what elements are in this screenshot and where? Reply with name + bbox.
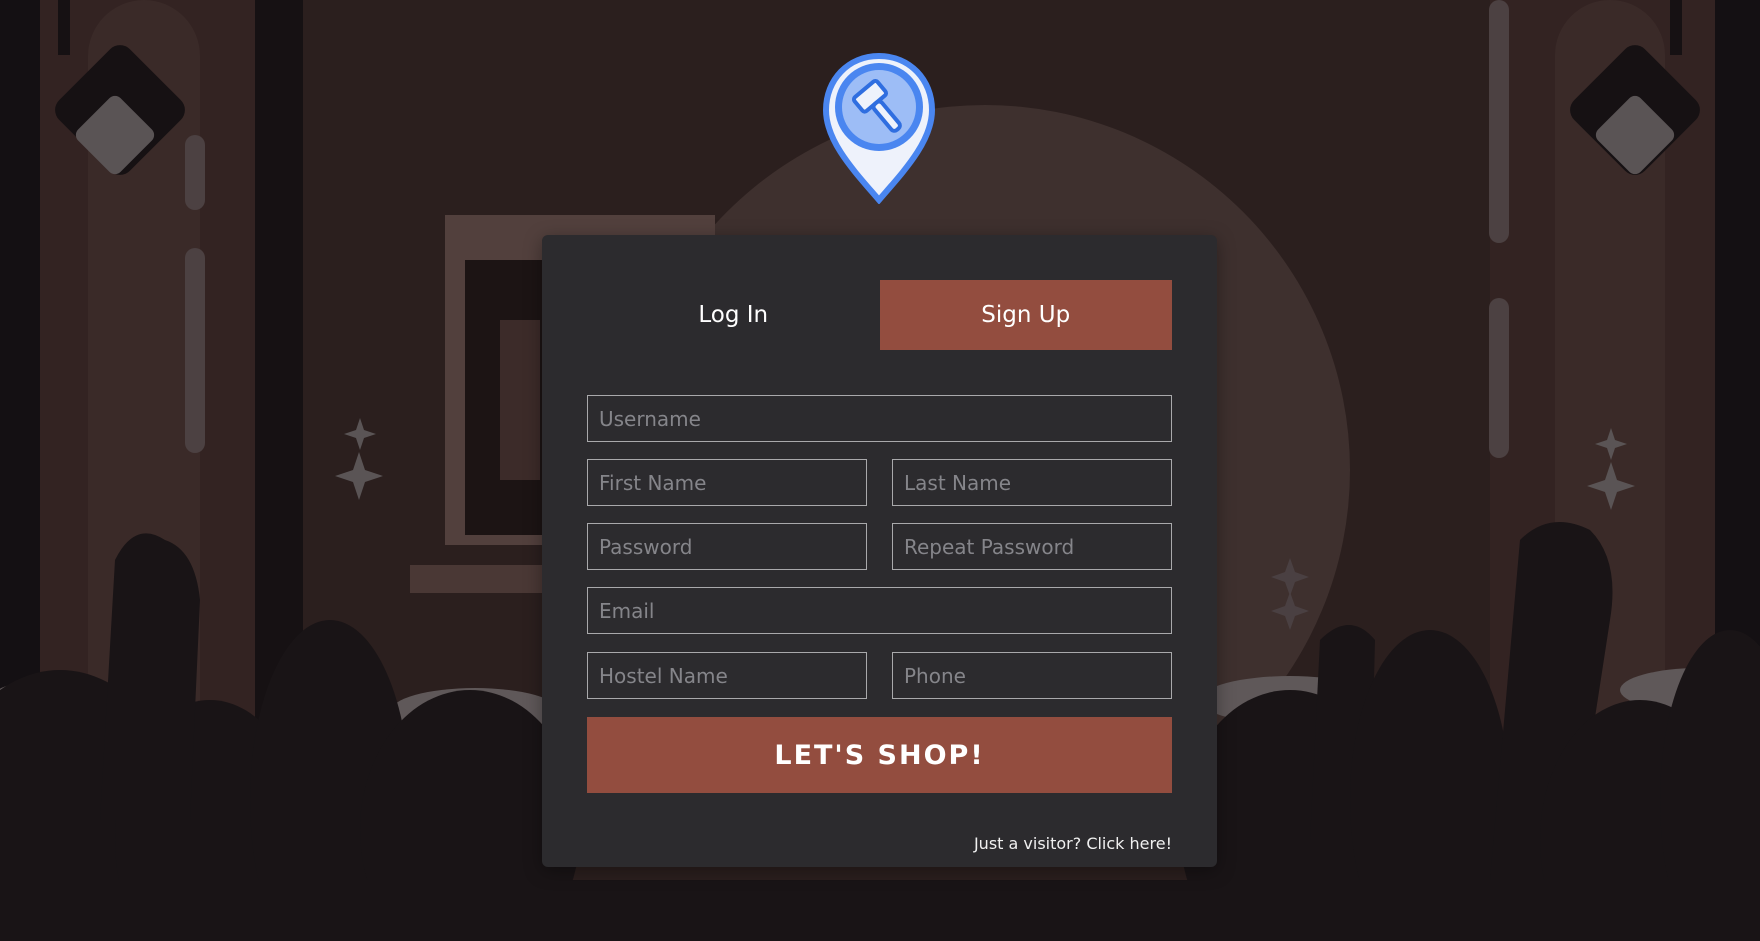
tab-sign-up[interactable]: Sign Up: [879, 280, 1172, 350]
last-name-input[interactable]: [892, 459, 1172, 506]
signup-card: Log In Sign Up LET'S SHOP! Just a visito…: [542, 235, 1217, 867]
gavel-location-pin-logo: [822, 52, 936, 204]
repeat-password-input[interactable]: [892, 523, 1172, 570]
email-input[interactable]: [587, 587, 1172, 634]
visitor-link[interactable]: Just a visitor? Click here!: [974, 834, 1172, 853]
phone-input[interactable]: [892, 652, 1172, 699]
auth-tabs: Log In Sign Up: [587, 280, 1172, 350]
username-input[interactable]: [587, 395, 1172, 442]
tab-log-in[interactable]: Log In: [587, 280, 880, 350]
password-input[interactable]: [587, 523, 867, 570]
hostel-name-input[interactable]: [587, 652, 867, 699]
first-name-input[interactable]: [587, 459, 867, 506]
lets-shop-button[interactable]: LET'S SHOP!: [587, 717, 1172, 793]
